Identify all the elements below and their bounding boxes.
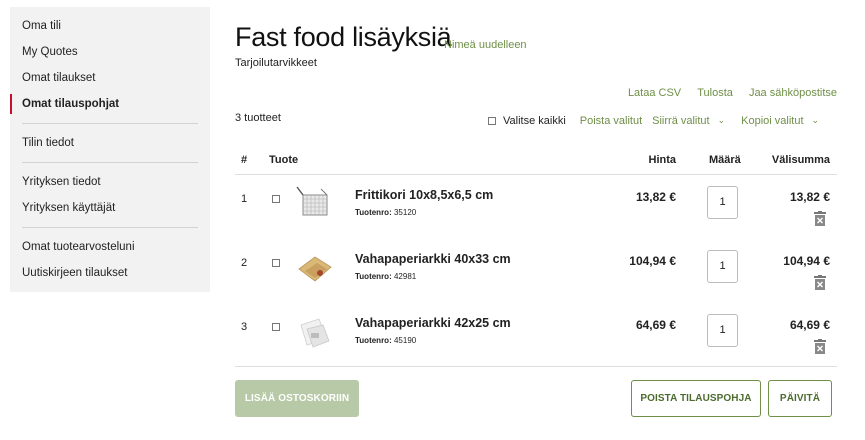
sidebar-item-tilin-tiedot[interactable]: Tilin tiedot: [10, 130, 210, 156]
column-header-num: #: [241, 154, 248, 166]
trash-icon[interactable]: [813, 275, 827, 291]
page-title: Fast food lisäyksiä: [235, 22, 452, 52]
sidebar-item-tuotearvostelut[interactable]: Omat tuotearvosteluni: [10, 234, 210, 260]
product-code-label: Tuotenro:: [355, 208, 392, 217]
column-header-subtotal: Välisumma: [771, 154, 830, 166]
move-selected-dropdown[interactable]: Siirrä valitut ⌄: [652, 115, 725, 127]
bulk-actions: Valitse kaikki Poista valitut Siirrä val…: [488, 115, 829, 127]
sidebar-item-my-quotes[interactable]: My Quotes: [10, 39, 210, 65]
wax-paper-brown-icon[interactable]: [293, 245, 337, 289]
row-subtotal: 64,69 €: [789, 318, 830, 332]
sidebar-item-oma-tili[interactable]: Oma tili: [10, 13, 210, 39]
delete-template-button[interactable]: POISTA TILAUSPOHJA: [631, 380, 761, 417]
product-code-value: 35120: [393, 208, 417, 217]
product-code-value: 45190: [393, 336, 417, 345]
select-all-label[interactable]: Valitse kaikki: [503, 115, 566, 127]
product-code-label: Tuotenro:: [355, 272, 392, 281]
table-header: # Tuote Hinta Määrä Välisumma: [235, 147, 837, 175]
row-subtotal: 13,82 €: [789, 190, 830, 204]
chevron-down-icon: ⌄: [717, 115, 726, 125]
download-csv-link[interactable]: Lataa CSV: [628, 87, 681, 99]
sidebar-divider: [22, 227, 198, 228]
remove-selected-link[interactable]: Poista valitut: [580, 115, 642, 127]
product-price: 64,69 €: [635, 318, 676, 332]
table-row: 3 Vahapaperiarkki 42x25 cm Tuotenro: 451…: [235, 303, 837, 365]
row-number: 2: [241, 257, 248, 269]
sidebar-item-yrityksen-tiedot[interactable]: Yrityksen tiedot: [10, 169, 210, 195]
row-checkbox[interactable]: [272, 195, 280, 203]
product-name[interactable]: Vahapaperiarkki 42x25 cm: [355, 316, 511, 330]
product-code-label: Tuotenro:: [355, 336, 392, 345]
copy-selected-dropdown[interactable]: Kopioi valitut ⌄: [741, 115, 819, 127]
quantity-input[interactable]: 1: [707, 314, 738, 347]
table-divider: [235, 366, 837, 367]
column-header-price: Hinta: [648, 154, 677, 166]
sidebar-item-omat-tilaukset[interactable]: Omat tilaukset: [10, 65, 210, 91]
quantity-input[interactable]: 1: [707, 186, 738, 219]
select-all-checkbox[interactable]: [488, 117, 496, 125]
product-count: 3 tuotteet: [235, 112, 281, 124]
table-row: 2 Vahapaperiarkki 40x33 cm Tuotenro: 429…: [235, 239, 837, 301]
product-code: Tuotenro: 45190: [355, 336, 416, 345]
product-price: 104,94 €: [629, 254, 676, 268]
row-number: 3: [241, 321, 248, 333]
print-link[interactable]: Tulosta: [697, 87, 733, 99]
product-price: 13,82 €: [635, 190, 676, 204]
sidebar-item-uutiskirje[interactable]: Uutiskirjeen tilaukset: [10, 260, 210, 286]
trash-icon[interactable]: [813, 211, 827, 227]
account-sidebar: Oma tili My Quotes Omat tilaukset Omat t…: [10, 7, 210, 292]
move-selected-label: Siirrä valitut: [652, 115, 710, 127]
sidebar-divider: [22, 162, 198, 163]
row-number: 1: [241, 193, 248, 205]
page-subtitle: Tarjoilutarvikkeet: [235, 57, 317, 69]
product-code: Tuotenro: 42981: [355, 272, 416, 281]
product-code: Tuotenro: 35120: [355, 208, 416, 217]
copy-selected-label: Kopioi valitut: [741, 115, 804, 127]
fryer-basket-icon[interactable]: [293, 181, 337, 225]
share-email-link[interactable]: Jaa sähköpostitse: [749, 87, 837, 99]
trash-icon[interactable]: [813, 339, 827, 355]
product-code-value: 42981: [393, 272, 417, 281]
sidebar-item-yrityksen-kayttajat[interactable]: Yrityksen käyttäjät: [10, 195, 210, 221]
sidebar-divider: [22, 123, 198, 124]
product-name[interactable]: Frittikori 10x8,5x6,5 cm: [355, 188, 493, 202]
row-checkbox[interactable]: [272, 259, 280, 267]
update-button[interactable]: PÄIVITÄ: [768, 380, 832, 417]
product-name[interactable]: Vahapaperiarkki 40x33 cm: [355, 252, 511, 266]
table-row: 1 Frittikori 10x8,5x6,5 cm Tuotenro: 351…: [235, 175, 837, 237]
rename-link[interactable]: Nimeä uudelleen: [444, 39, 527, 51]
row-checkbox[interactable]: [272, 323, 280, 331]
sidebar-item-omat-tilauspohjat[interactable]: Omat tilauspohjat: [10, 91, 210, 117]
column-header-product: Tuote: [269, 154, 299, 166]
column-header-qty: Määrä: [709, 154, 741, 166]
add-to-cart-button[interactable]: LISÄÄ OSTOSKORIIN: [235, 380, 359, 417]
export-links: Lataa CSV Tulosta Jaa sähköpostitse: [615, 87, 837, 99]
row-subtotal: 104,94 €: [783, 254, 830, 268]
chevron-down-icon: ⌄: [811, 115, 820, 125]
wax-paper-white-icon[interactable]: [293, 309, 337, 353]
quantity-input[interactable]: 1: [707, 250, 738, 283]
